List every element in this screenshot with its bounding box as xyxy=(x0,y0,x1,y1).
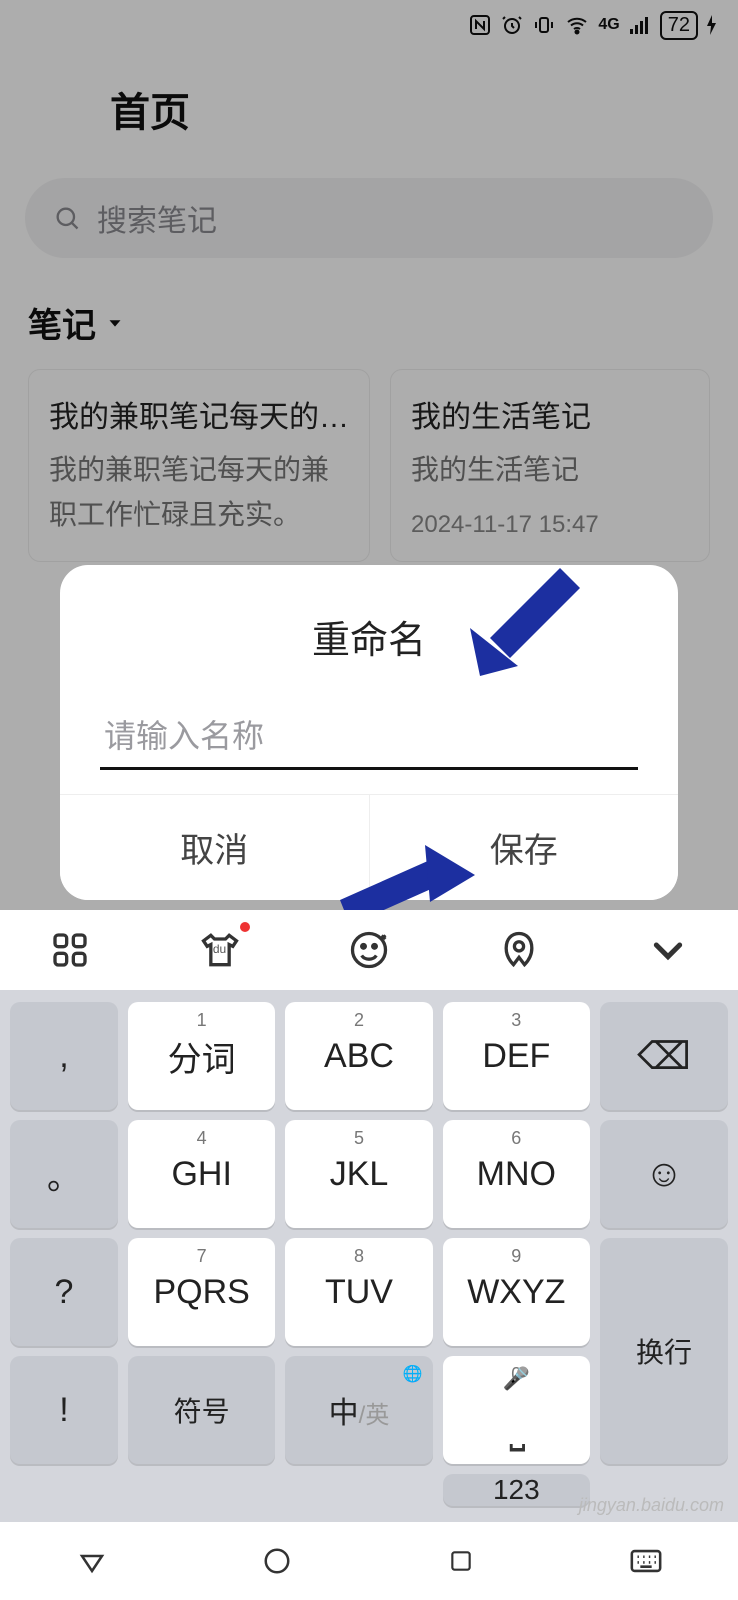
kb-collapse-icon[interactable] xyxy=(642,924,694,976)
key-emoji[interactable]: ☺ xyxy=(600,1120,728,1228)
kb-face-icon[interactable] xyxy=(343,924,395,976)
key-numeric[interactable]: 123 xyxy=(443,1474,590,1506)
nav-back[interactable] xyxy=(72,1541,112,1581)
globe-icon: 🌐 xyxy=(403,1364,423,1384)
nav-recent[interactable] xyxy=(441,1541,481,1581)
kb-person-icon[interactable] xyxy=(493,924,545,976)
kb-apps-icon[interactable] xyxy=(44,924,96,976)
rename-input[interactable] xyxy=(100,704,638,770)
key-comma[interactable]: , xyxy=(10,1002,118,1110)
key-6[interactable]: 6MNO xyxy=(443,1120,590,1228)
emoji-icon: ☺ xyxy=(645,1153,684,1196)
dialog-title: 重命名 xyxy=(60,565,678,694)
key-space[interactable]: 0 🎤 ⎵ xyxy=(443,1356,590,1464)
mic-icon: 🎤 xyxy=(503,1366,530,1392)
cancel-button[interactable]: 取消 xyxy=(60,795,369,900)
kb-shirt-icon[interactable]: du xyxy=(194,924,246,976)
watermark: jingyan.baidu.com xyxy=(579,1495,724,1516)
rename-dialog: 重命名 取消 保存 xyxy=(60,565,678,900)
system-nav-bar xyxy=(0,1522,738,1600)
keyboard: , 1分词 2ABC 3DEF ⌫ 。 4GHI 5JKL 6MNO ☺ ? 7… xyxy=(0,990,738,1522)
key-3[interactable]: 3DEF xyxy=(443,1002,590,1110)
key-8[interactable]: 8TUV xyxy=(285,1238,432,1346)
nav-home[interactable] xyxy=(257,1541,297,1581)
nav-keyboard-toggle[interactable] xyxy=(626,1541,666,1581)
key-9[interactable]: 9WXYZ xyxy=(443,1238,590,1346)
key-4[interactable]: 4GHI xyxy=(128,1120,275,1228)
key-2[interactable]: 2ABC xyxy=(285,1002,432,1110)
key-enter[interactable]: 换行 xyxy=(600,1238,728,1464)
space-icon: ⎵ xyxy=(509,1407,523,1452)
key-5[interactable]: 5JKL xyxy=(285,1120,432,1228)
keyboard-toolbar: du xyxy=(0,910,738,990)
key-question[interactable]: ? xyxy=(10,1238,118,1346)
backspace-icon: ⌫ xyxy=(637,1034,691,1079)
key-7[interactable]: 7PQRS xyxy=(128,1238,275,1346)
notification-dot-icon xyxy=(240,922,250,932)
key-language[interactable]: 🌐 中/英 xyxy=(285,1356,432,1464)
key-backspace[interactable]: ⌫ xyxy=(600,1002,728,1110)
save-button[interactable]: 保存 xyxy=(369,795,679,900)
key-exclaim[interactable]: ! xyxy=(10,1356,118,1464)
key-symbol[interactable]: 符号 xyxy=(128,1356,275,1464)
key-period[interactable]: 。 xyxy=(10,1120,118,1228)
key-1[interactable]: 1分词 xyxy=(128,1002,275,1110)
